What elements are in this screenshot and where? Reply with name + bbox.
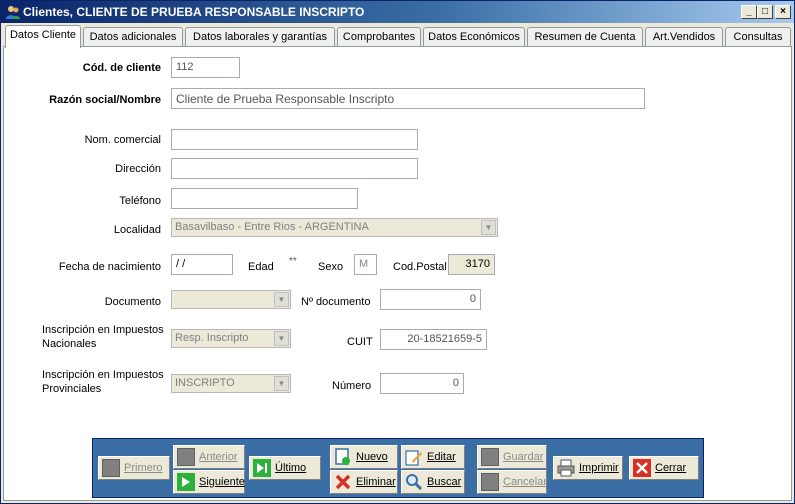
insc-nacionales-label-line2: Nacionales xyxy=(42,338,97,350)
first-record-icon xyxy=(102,459,120,477)
users-icon xyxy=(6,6,20,19)
search-icon xyxy=(406,474,423,491)
telefono-label: Teléfono xyxy=(119,195,161,207)
chevron-down-icon[interactable]: ▼ xyxy=(481,220,496,235)
tab-resumen-cuenta[interactable]: Resumen de Cuenta xyxy=(527,27,643,47)
tab-consultas[interactable]: Consultas xyxy=(725,27,791,47)
close-icon xyxy=(633,459,651,477)
cancelar-button[interactable]: Cancelar xyxy=(477,470,547,494)
insc-nacionales-select[interactable]: Resp. Inscripto ▼ xyxy=(171,329,291,348)
direccion-field[interactable] xyxy=(171,158,418,179)
tab-datos-adicionales[interactable]: Datos adicionales xyxy=(83,27,183,47)
insc-provinciales-value: INSCRIPTO xyxy=(175,377,235,389)
insc-nacionales-label-line1: Inscripción en Impuestos xyxy=(42,324,164,336)
chevron-down-icon[interactable]: ▼ xyxy=(274,331,289,346)
insc-provinciales-select[interactable]: INSCRIPTO ▼ xyxy=(171,374,291,393)
printer-icon xyxy=(557,459,575,477)
telefono-field[interactable] xyxy=(171,188,358,209)
last-record-icon xyxy=(253,459,271,477)
clientes-window: Clientes, CLIENTE DE PRUEBA RESPONSABLE … xyxy=(0,0,795,504)
edad-label: Edad xyxy=(248,261,274,273)
cod-cliente-field[interactable]: 112 xyxy=(171,57,240,78)
insc-nacionales-value: Resp. Inscripto xyxy=(175,332,249,344)
editar-button[interactable]: Editar xyxy=(401,445,465,469)
fecha-nacimiento-label: Fecha de nacimiento xyxy=(58,261,161,273)
localidad-value: Basavilbaso - Entre Rios - ARGENTINA xyxy=(175,221,369,233)
fecha-nacimiento-field[interactable]: / / xyxy=(171,254,233,275)
nom-comercial-field[interactable] xyxy=(171,129,418,150)
close-window-button[interactable]: × xyxy=(775,5,791,19)
datos-cliente-panel: Cód. de cliente 112 Razón social/Nombre … xyxy=(3,46,792,501)
cuit-label: CUIT xyxy=(347,336,373,348)
nro-documento-label: Nº documento xyxy=(301,296,371,308)
cancel-icon xyxy=(481,473,499,491)
insc-provinciales-label-line1: Inscripción en Impuestos xyxy=(42,369,164,381)
razon-social-field[interactable]: Cliente de Prueba Responsable Inscripto xyxy=(171,88,645,109)
cod-cliente-label: Cód. de cliente xyxy=(82,62,161,74)
tab-datos-laborales[interactable]: Datos laborales y garantías xyxy=(185,27,335,47)
anterior-button[interactable]: Anterior xyxy=(173,445,245,469)
cod-postal-label: Cod.Postal xyxy=(393,261,447,273)
new-document-icon xyxy=(335,448,350,465)
numero-label: Número xyxy=(332,380,372,392)
record-toolbar: Primero Anterior Siguiente Último Nuevo … xyxy=(92,438,704,498)
eliminar-button[interactable]: Eliminar xyxy=(330,470,398,494)
delete-icon xyxy=(335,474,351,490)
title-bar[interactable]: Clientes, CLIENTE DE PRUEBA RESPONSABLE … xyxy=(1,1,794,23)
direccion-label: Dirección xyxy=(115,163,161,175)
localidad-select[interactable]: Basavilbaso - Entre Rios - ARGENTINA ▼ xyxy=(171,218,498,237)
edit-icon xyxy=(405,450,422,466)
save-icon xyxy=(481,448,499,466)
documento-label: Documento xyxy=(104,296,161,308)
buscar-button[interactable]: Buscar xyxy=(401,470,465,494)
chevron-down-icon[interactable]: ▼ xyxy=(274,292,289,307)
razon-social-label: Razón social/Nombre xyxy=(49,94,161,106)
window-title: Clientes, CLIENTE DE PRUEBA RESPONSABLE … xyxy=(23,5,365,19)
tab-datos-economicos[interactable]: Datos Económicos xyxy=(423,27,525,47)
sexo-label: Sexo xyxy=(318,261,344,273)
localidad-label: Localidad xyxy=(113,224,161,236)
maximize-button[interactable]: □ xyxy=(757,5,773,19)
edad-value: ** xyxy=(289,256,297,267)
chevron-down-icon[interactable]: ▼ xyxy=(274,376,289,391)
nro-documento-field[interactable]: 0 xyxy=(380,289,481,310)
documento-select[interactable]: ▼ xyxy=(171,290,291,309)
numero-field[interactable]: 0 xyxy=(380,373,464,394)
next-record-icon xyxy=(177,473,195,491)
cuit-field[interactable]: 20-18521659-5 xyxy=(380,329,487,350)
ultimo-button[interactable]: Último xyxy=(249,456,321,480)
tab-comprobantes[interactable]: Comprobantes xyxy=(337,27,421,47)
siguiente-button[interactable]: Siguiente xyxy=(173,470,245,494)
cod-postal-field[interactable]: 3170 xyxy=(448,254,495,275)
tab-art-vendidos[interactable]: Art.Vendidos xyxy=(645,27,723,47)
insc-provinciales-label-line2: Provinciales xyxy=(42,383,102,395)
sexo-field[interactable]: M xyxy=(354,254,377,275)
nom-comercial-label: Nom. comercial xyxy=(84,134,161,146)
guardar-button[interactable]: Guardar xyxy=(477,445,547,469)
tab-strip: Datos Cliente Datos adicionales Datos la… xyxy=(3,25,793,48)
tab-datos-cliente[interactable]: Datos Cliente xyxy=(5,25,81,48)
primero-button[interactable]: Primero xyxy=(98,456,170,480)
nuevo-button[interactable]: Nuevo xyxy=(330,445,398,469)
minimize-button[interactable]: _ xyxy=(741,5,757,19)
cerrar-button[interactable]: Cerrar xyxy=(629,456,699,480)
imprimir-button[interactable]: Imprimir xyxy=(553,456,623,480)
previous-record-icon xyxy=(177,448,195,466)
